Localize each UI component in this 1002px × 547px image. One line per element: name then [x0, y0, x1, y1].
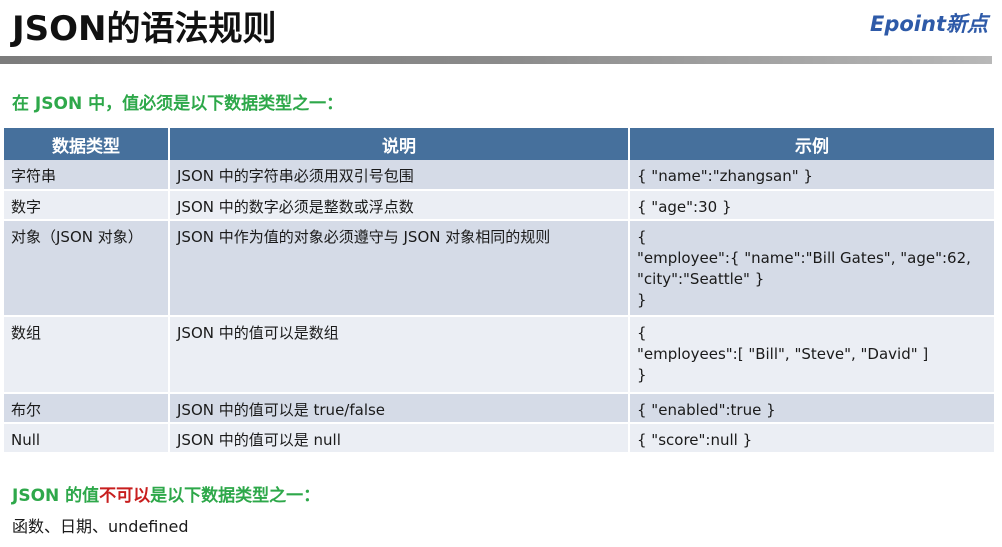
invalid-types-list: 函数、日期、undefined	[12, 517, 189, 536]
cell-type: 布尔	[4, 393, 170, 424]
invalid-heading-suffix: 是以下数据类型之一：	[150, 486, 321, 506]
valid-types-heading: 在 JSON 中，值必须是以下数据类型之一：	[12, 94, 344, 114]
example-line: {	[637, 228, 647, 246]
example-line: { "age":30 }	[637, 198, 732, 216]
cell-description: JSON 中的字符串必须用双引号包围	[169, 160, 630, 191]
cell-example: { "employee":{ "name":"Bill Gates", "age…	[629, 220, 994, 317]
cell-example: { "enabled":true }	[629, 393, 994, 424]
example-line: "employees":[ "Bill", "Steve", "David" ]	[637, 345, 929, 363]
table-row: 数字 JSON 中的数字必须是整数或浮点数 { "age":30 }	[4, 190, 994, 221]
invalid-heading-prefix: JSON 的值	[12, 486, 100, 506]
example-line: { "score":null }	[637, 431, 753, 449]
invalid-types-heading: JSON 的值不可以是以下数据类型之一：	[12, 481, 320, 506]
table-row: 数组 JSON 中的值可以是数组 { "employees":[ "Bill",…	[4, 316, 994, 394]
cell-example: { "name":"zhangsan" }	[629, 160, 994, 191]
page-title: JSON的语法规则	[12, 9, 277, 49]
example-line: "employee":{ "name":"Bill Gates", "age":…	[637, 249, 976, 288]
table-row: 对象（JSON 对象） JSON 中作为值的对象必须遵守与 JSON 对象相同的…	[4, 220, 994, 317]
cell-description: JSON 中的值可以是数组	[169, 316, 630, 394]
data-types-table: 数据类型 说明 示例 字符串 JSON 中的字符串必须用双引号包围 { "nam…	[4, 128, 994, 454]
cell-example: { "employees":[ "Bill", "Steve", "David"…	[629, 316, 994, 394]
cell-description: JSON 中作为值的对象必须遵守与 JSON 对象相同的规则	[169, 220, 630, 317]
example-line: {	[637, 324, 647, 342]
example-line: }	[637, 291, 647, 309]
cell-type: 数字	[4, 190, 170, 221]
cell-type: Null	[4, 423, 170, 454]
column-header-type: 数据类型	[4, 128, 170, 160]
cell-example: { "age":30 }	[629, 190, 994, 221]
cell-example: { "score":null }	[629, 423, 994, 454]
table-header-row: 数据类型 说明 示例	[4, 128, 994, 160]
example-line: { "name":"zhangsan" }	[637, 167, 813, 185]
table-row: 布尔 JSON 中的值可以是 true/false { "enabled":tr…	[4, 393, 994, 424]
cell-description: JSON 中的值可以是 true/false	[169, 393, 630, 424]
cell-type: 对象（JSON 对象）	[4, 220, 170, 317]
cell-type: 字符串	[4, 160, 170, 191]
title-divider	[0, 56, 992, 64]
cell-description: JSON 中的值可以是 null	[169, 423, 630, 454]
cell-description: JSON 中的数字必须是整数或浮点数	[169, 190, 630, 221]
table-row: Null JSON 中的值可以是 null { "score":null }	[4, 423, 994, 454]
example-line: }	[637, 366, 647, 384]
column-header-example: 示例	[629, 128, 994, 160]
example-line: { "enabled":true }	[637, 401, 776, 419]
invalid-heading-emphasis: 不可以	[99, 486, 151, 506]
column-header-description: 说明	[169, 128, 630, 160]
epoint-logo: Epoint新点	[870, 12, 988, 36]
cell-type: 数组	[4, 316, 170, 394]
table-row: 字符串 JSON 中的字符串必须用双引号包围 { "name":"zhangsa…	[4, 160, 994, 191]
